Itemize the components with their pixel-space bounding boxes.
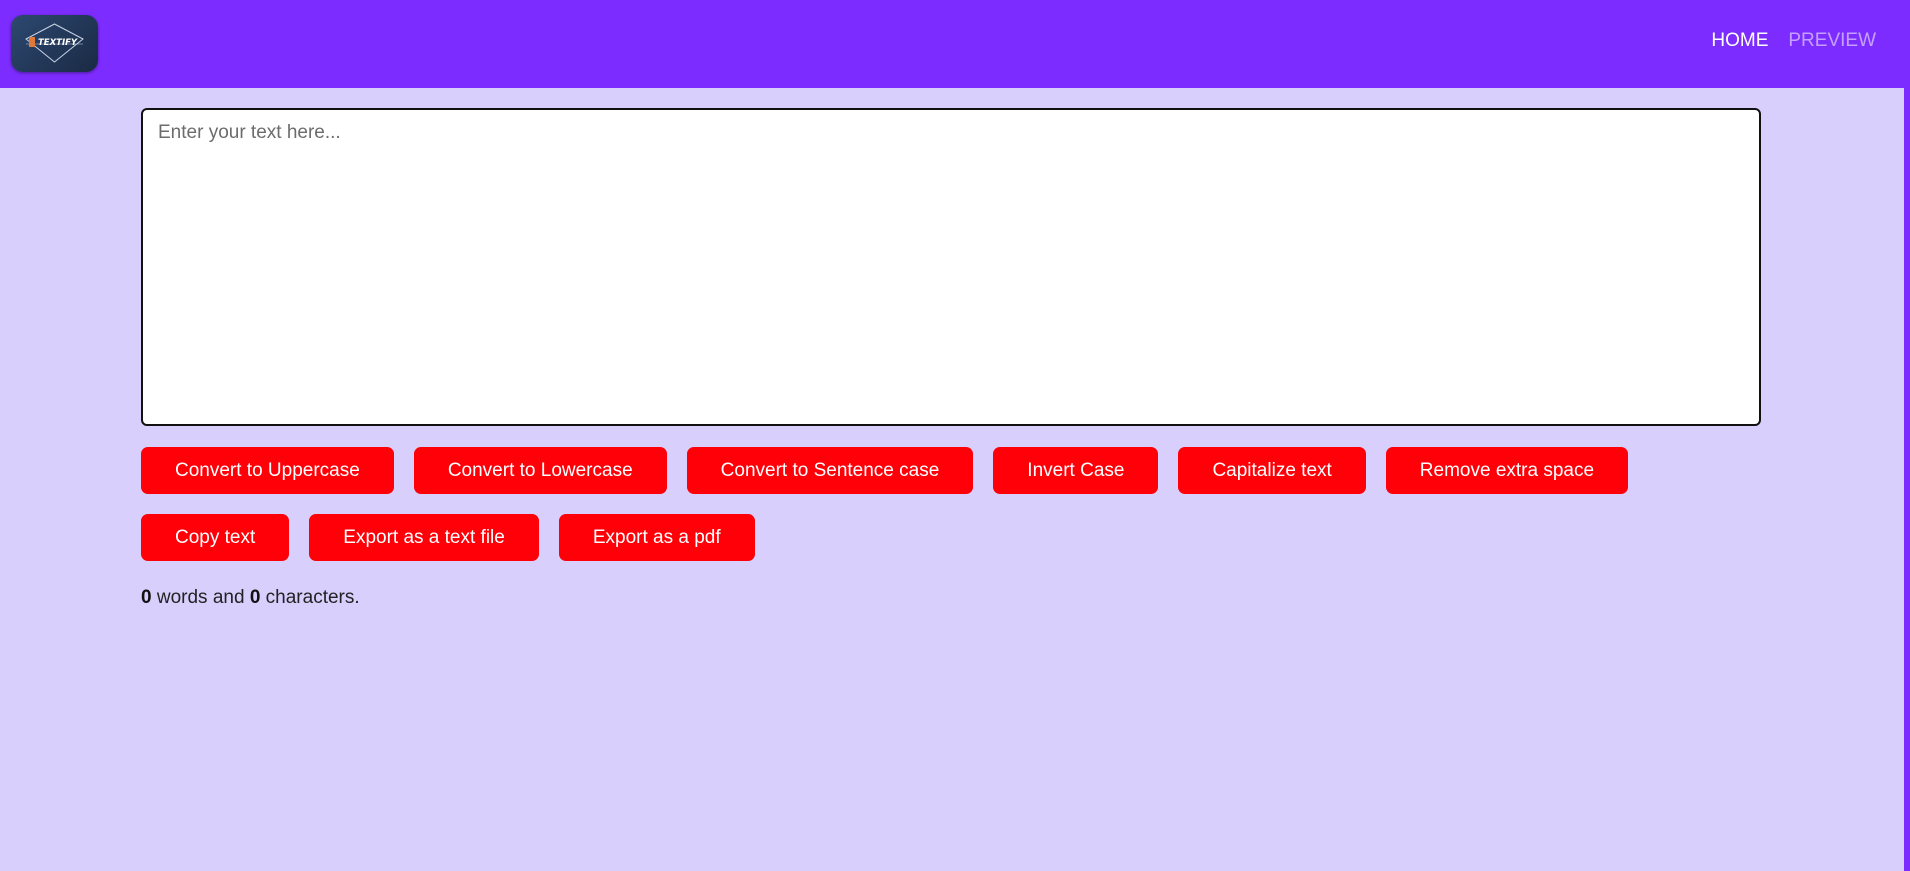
navbar: TEXTIFY HOME PREVIEW bbox=[0, 0, 1904, 88]
char-count: 0 bbox=[249, 587, 261, 608]
export-pdf-button[interactable]: Export as a pdf bbox=[558, 514, 755, 561]
uppercase-button[interactable]: Convert to Uppercase bbox=[141, 447, 394, 494]
chars-label: characters. bbox=[260, 587, 360, 608]
logo-text: TEXTIFY bbox=[38, 38, 78, 48]
capitalize-button[interactable]: Capitalize text bbox=[1178, 447, 1366, 494]
export-buttons: Copy text Export as a text file Export a… bbox=[141, 514, 755, 561]
words-label: words and bbox=[151, 587, 250, 608]
sentence-case-button[interactable]: Convert to Sentence case bbox=[686, 447, 974, 494]
window-edge bbox=[1904, 0, 1910, 871]
nav-home-link[interactable]: HOME bbox=[1711, 30, 1768, 52]
copy-text-button[interactable]: Copy text bbox=[141, 514, 290, 561]
textify-logo[interactable]: TEXTIFY bbox=[11, 15, 98, 72]
invert-case-button[interactable]: Invert Case bbox=[993, 447, 1159, 494]
word-count: 0 bbox=[141, 587, 152, 608]
text-input[interactable] bbox=[141, 108, 1761, 426]
logo-hexagon-icon: TEXTIFY bbox=[25, 23, 84, 63]
lowercase-button[interactable]: Convert to Lowercase bbox=[413, 447, 667, 494]
nav-links: HOME PREVIEW bbox=[1711, 30, 1876, 52]
remove-space-button[interactable]: Remove extra space bbox=[1385, 447, 1629, 494]
export-text-file-button[interactable]: Export as a text file bbox=[309, 514, 539, 561]
text-summary: 0 words and 0 characters. bbox=[141, 587, 360, 609]
nav-preview-link[interactable]: PREVIEW bbox=[1788, 30, 1876, 52]
transform-buttons: Convert to Uppercase Convert to Lowercas… bbox=[141, 447, 1629, 494]
